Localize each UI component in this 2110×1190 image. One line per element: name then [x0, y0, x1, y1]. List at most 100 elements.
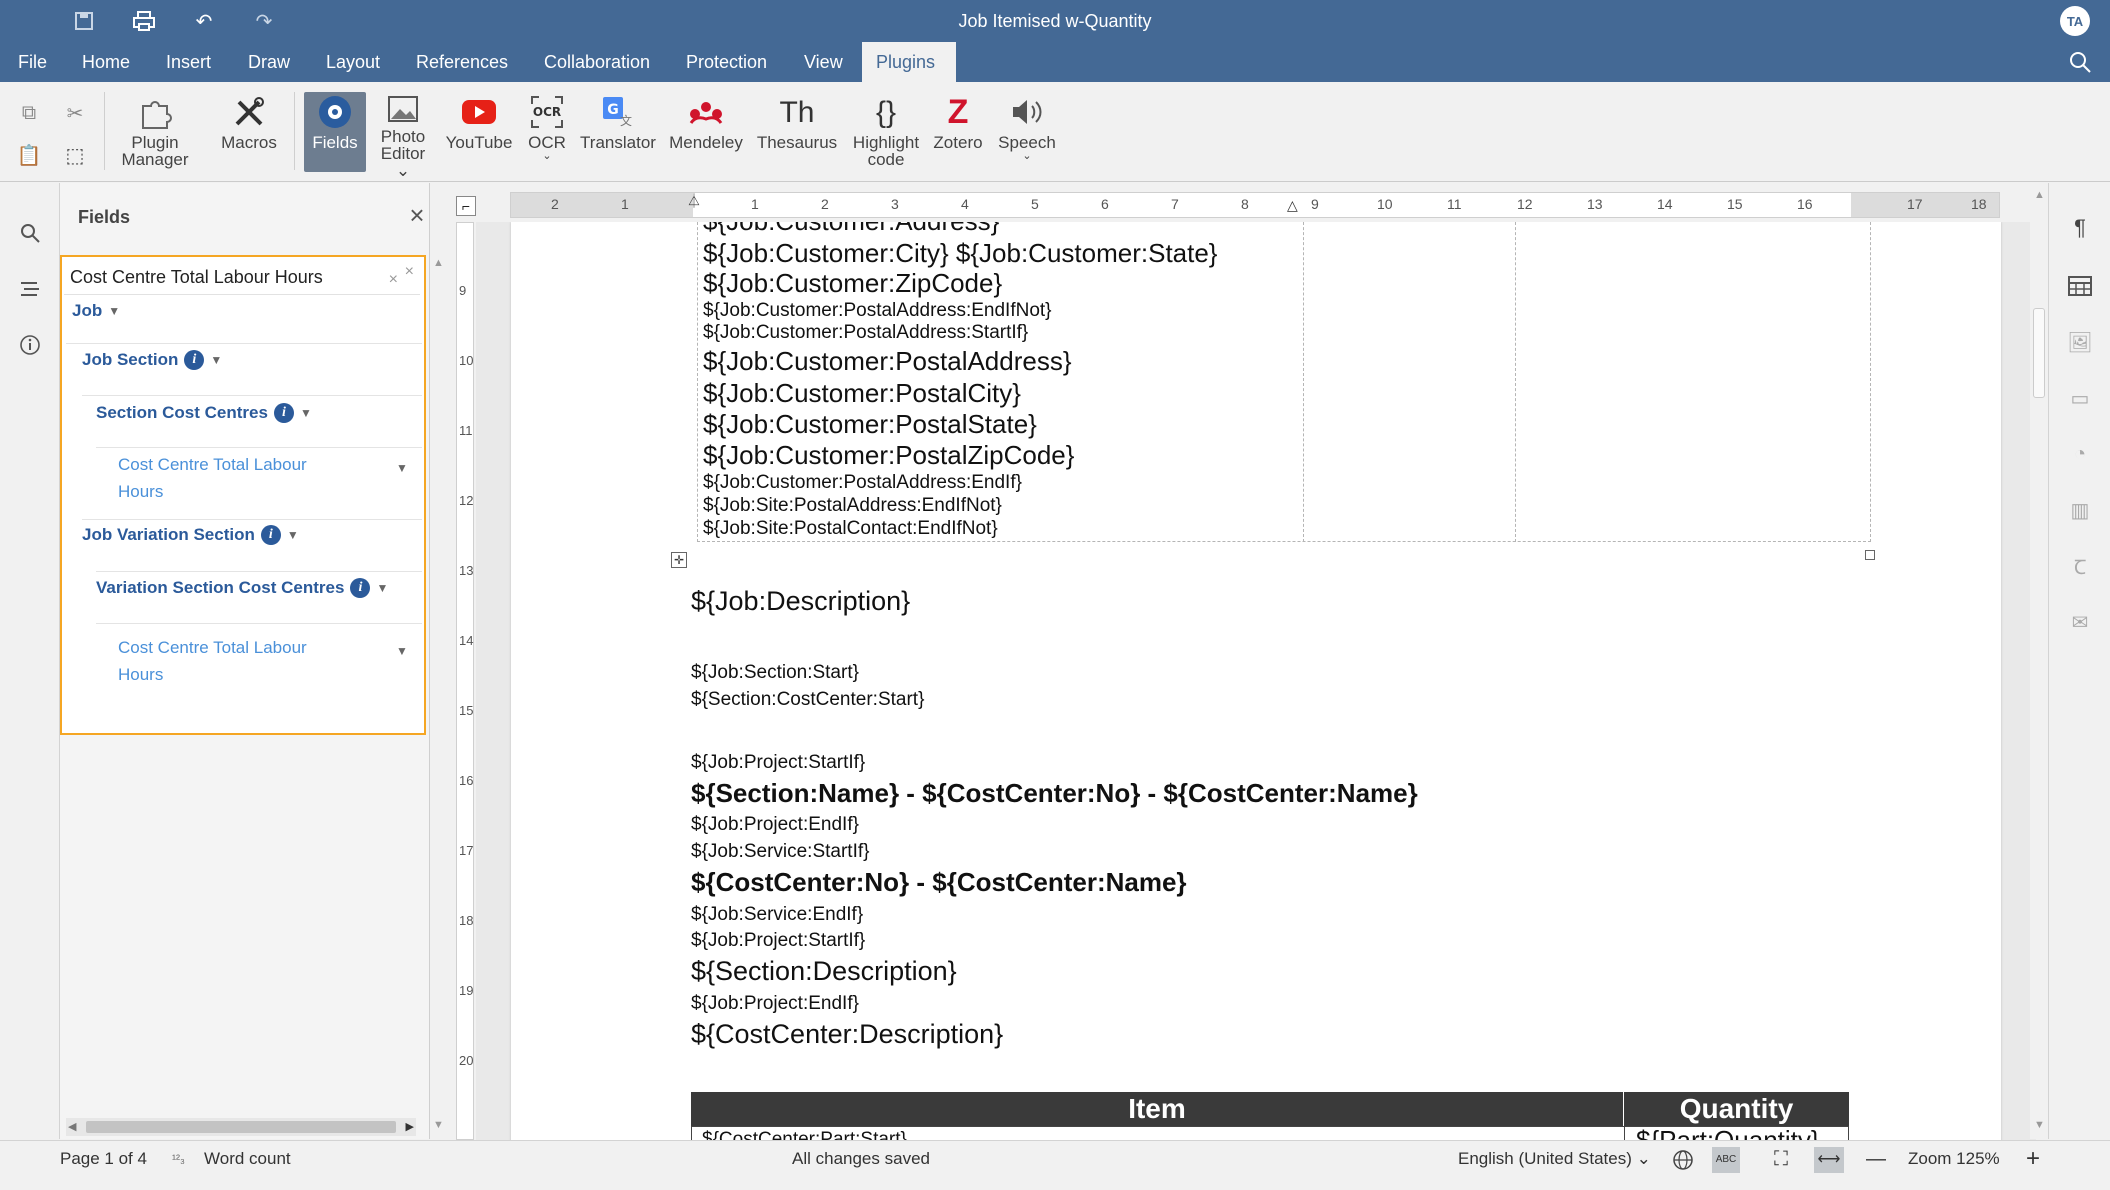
info-icon[interactable]: i	[260, 525, 281, 545]
search-icon[interactable]	[2068, 50, 2092, 74]
document-page[interactable]: ✛ ${Job:Customer:Address} ${Job:Customer…	[511, 222, 2001, 1140]
fit-width-icon[interactable]: ⟷	[1814, 1147, 1844, 1173]
close-search-icon[interactable]: ×	[405, 263, 414, 281]
table-resize-handle[interactable]	[1865, 550, 1875, 560]
scrollbar-thumb[interactable]	[2033, 308, 2045, 398]
zoom-out-icon[interactable]: —	[1866, 1141, 1886, 1190]
find-icon[interactable]	[16, 219, 44, 247]
clear-search-icon[interactable]: ×	[389, 271, 398, 289]
language-selector[interactable]: English (United States) ⌄	[1458, 1141, 1651, 1190]
info-icon[interactable]: i	[350, 578, 371, 598]
caret-down-icon[interactable]: ▼	[396, 644, 408, 658]
highlight-code-button[interactable]: {} Highlight code	[848, 92, 924, 172]
mendeley-button[interactable]: Mendeley	[666, 92, 746, 172]
caret-down-icon[interactable]: ▼	[376, 581, 388, 595]
shape-settings-icon[interactable]: ◔	[2067, 441, 2093, 467]
globe-icon[interactable]	[1672, 1141, 1694, 1190]
info-icon[interactable]: i	[273, 403, 294, 423]
headings-icon[interactable]	[16, 275, 44, 303]
tree-node-job[interactable]: Job ▼	[72, 301, 120, 321]
vertical-ruler[interactable]: 9 10 11 12 13 14 15 16 17 18 19 20	[456, 222, 474, 1140]
ocr-button[interactable]: OCR OCR ⌄	[522, 92, 572, 172]
info-icon[interactable]: i	[184, 350, 205, 370]
thesaurus-label: Thesaurus	[756, 133, 838, 152]
caret-down-icon[interactable]: ▼	[108, 304, 120, 318]
tab-stop-selector[interactable]: ⌐	[456, 196, 476, 216]
indent-marker-icon[interactable]: ⏃	[687, 191, 701, 211]
toolbar-divider	[104, 92, 105, 170]
tree-node-section-cost-centres[interactable]: Section Cost Centres i ▼	[96, 393, 312, 433]
tree-node-job-variation-section[interactable]: Job Variation Section i ▼	[82, 515, 299, 555]
info-circle-icon[interactable]	[16, 331, 44, 359]
paragraph-settings-icon[interactable]: ¶	[2067, 215, 2093, 241]
tree-leaf-cost-centre-total-labour-hours[interactable]: Cost Centre Total Labour Hours	[118, 451, 318, 505]
image-settings-icon[interactable]: 🖼	[2067, 329, 2093, 355]
photo-editor-button[interactable]: Photo Editor ⌄	[372, 92, 434, 179]
tab-protection[interactable]: Protection	[672, 42, 781, 82]
scroll-up-icon[interactable]: ▲	[2034, 189, 2045, 201]
tab-view[interactable]: View	[790, 42, 857, 82]
scroll-left-icon[interactable]: ◀	[68, 1120, 76, 1133]
paste-icon[interactable]: 📋	[12, 138, 46, 172]
tab-collaboration[interactable]: Collaboration	[530, 42, 664, 82]
doc-heading-line: ${Section:Name} - ${CostCenter:No} - ${C…	[691, 778, 1418, 808]
tab-draw[interactable]: Draw	[234, 42, 304, 82]
macros-button[interactable]: Macros	[216, 92, 282, 172]
cut-icon[interactable]: ✂	[58, 96, 92, 130]
tab-insert[interactable]: Insert	[152, 42, 225, 82]
mail-merge-icon[interactable]: ✉	[2067, 609, 2093, 635]
avatar[interactable]: TA	[2060, 6, 2090, 36]
header-footer-settings-icon[interactable]: ▭	[2067, 385, 2093, 411]
word-count-button[interactable]: Word count	[204, 1141, 291, 1190]
select-all-icon[interactable]: ⬚	[58, 138, 92, 172]
youtube-button[interactable]: YouTube	[442, 92, 516, 172]
spellcheck-icon[interactable]: ABC	[1712, 1147, 1740, 1173]
zoom-in-icon[interactable]: +	[2026, 1141, 2040, 1190]
translator-button[interactable]: G文 Translator	[578, 92, 658, 172]
text-art-settings-icon[interactable]: Ꞇ	[2067, 553, 2093, 579]
scroll-up-icon[interactable]: ▲	[433, 257, 444, 269]
tab-home[interactable]: Home	[68, 42, 144, 82]
tree-leaf-cost-centre-total-labour-hours[interactable]: Cost Centre Total Labour Hours	[118, 634, 318, 688]
tab-file[interactable]: File	[4, 42, 61, 82]
scroll-down-icon[interactable]: ▼	[433, 1119, 444, 1131]
tree-node-variation-section-cost-centres[interactable]: Variation Section Cost Centres i ▼	[96, 568, 388, 608]
fit-page-icon[interactable]: ⛶	[1774, 1141, 1788, 1190]
caret-down-icon[interactable]: ▼	[300, 406, 312, 420]
panel-scrollbar-horizontal[interactable]: ◀ ▶	[66, 1118, 416, 1136]
tree-node-job-section[interactable]: Job Section i ▼	[82, 340, 222, 380]
document-scrollbar[interactable]: ▲ ▼	[2030, 183, 2048, 1139]
ocr-dropdown-icon[interactable]: ⌄	[542, 151, 551, 162]
chart-settings-icon[interactable]: ▥	[2067, 497, 2093, 523]
close-icon[interactable]: ×	[404, 202, 430, 229]
zotero-button[interactable]: Z Zotero	[928, 92, 988, 172]
tree-node-label: Job Section	[82, 350, 179, 369]
table-move-handle-icon[interactable]: ✛	[671, 552, 687, 568]
tab-plugins[interactable]: Plugins	[862, 42, 956, 82]
table-row[interactable]: ${CostCenter:Part:Start} ${Part:Quantity…	[691, 1125, 1849, 1140]
page-indicator[interactable]: Page 1 of 4	[60, 1141, 147, 1190]
horizontal-ruler[interactable]: 2 1 1 2 3 4 5 6 7 8 9 10 11 12 13 14 15 …	[510, 192, 2000, 218]
plugin-manager-button[interactable]: Plugin Manager	[118, 92, 192, 172]
table-settings-icon[interactable]	[2067, 273, 2093, 299]
scroll-right-icon[interactable]: ▶	[406, 1120, 414, 1133]
speech-button[interactable]: Speech ⌄	[994, 92, 1060, 172]
highlight-code-label-2: code	[867, 150, 905, 169]
caret-down-icon[interactable]: ▼	[287, 528, 299, 542]
zoom-level[interactable]: Zoom 125%	[1908, 1141, 2000, 1190]
scroll-down-icon[interactable]: ▼	[2034, 1119, 2045, 1131]
caret-down-icon[interactable]: ▼	[396, 461, 408, 475]
caret-down-icon[interactable]: ▼	[210, 353, 222, 367]
ruler-label: 5	[1031, 196, 1039, 212]
right-indent-marker-icon[interactable]: △	[1287, 197, 1298, 214]
document-area[interactable]: ✛ ${Job:Customer:Address} ${Job:Customer…	[476, 222, 2036, 1140]
speech-dropdown-icon[interactable]: ⌄	[1022, 151, 1031, 162]
fields-button[interactable]: Fields	[304, 92, 366, 172]
panel-scrollbar-vertical[interactable]: ▲ ▼	[430, 255, 448, 1135]
copy-icon[interactable]: ⧉	[12, 96, 46, 130]
fields-search-input[interactable]	[70, 263, 370, 291]
scrollbar-thumb[interactable]	[86, 1121, 396, 1133]
thesaurus-button[interactable]: Th Thesaurus	[752, 92, 842, 172]
tab-references[interactable]: References	[402, 42, 522, 82]
tab-layout[interactable]: Layout	[312, 42, 394, 82]
